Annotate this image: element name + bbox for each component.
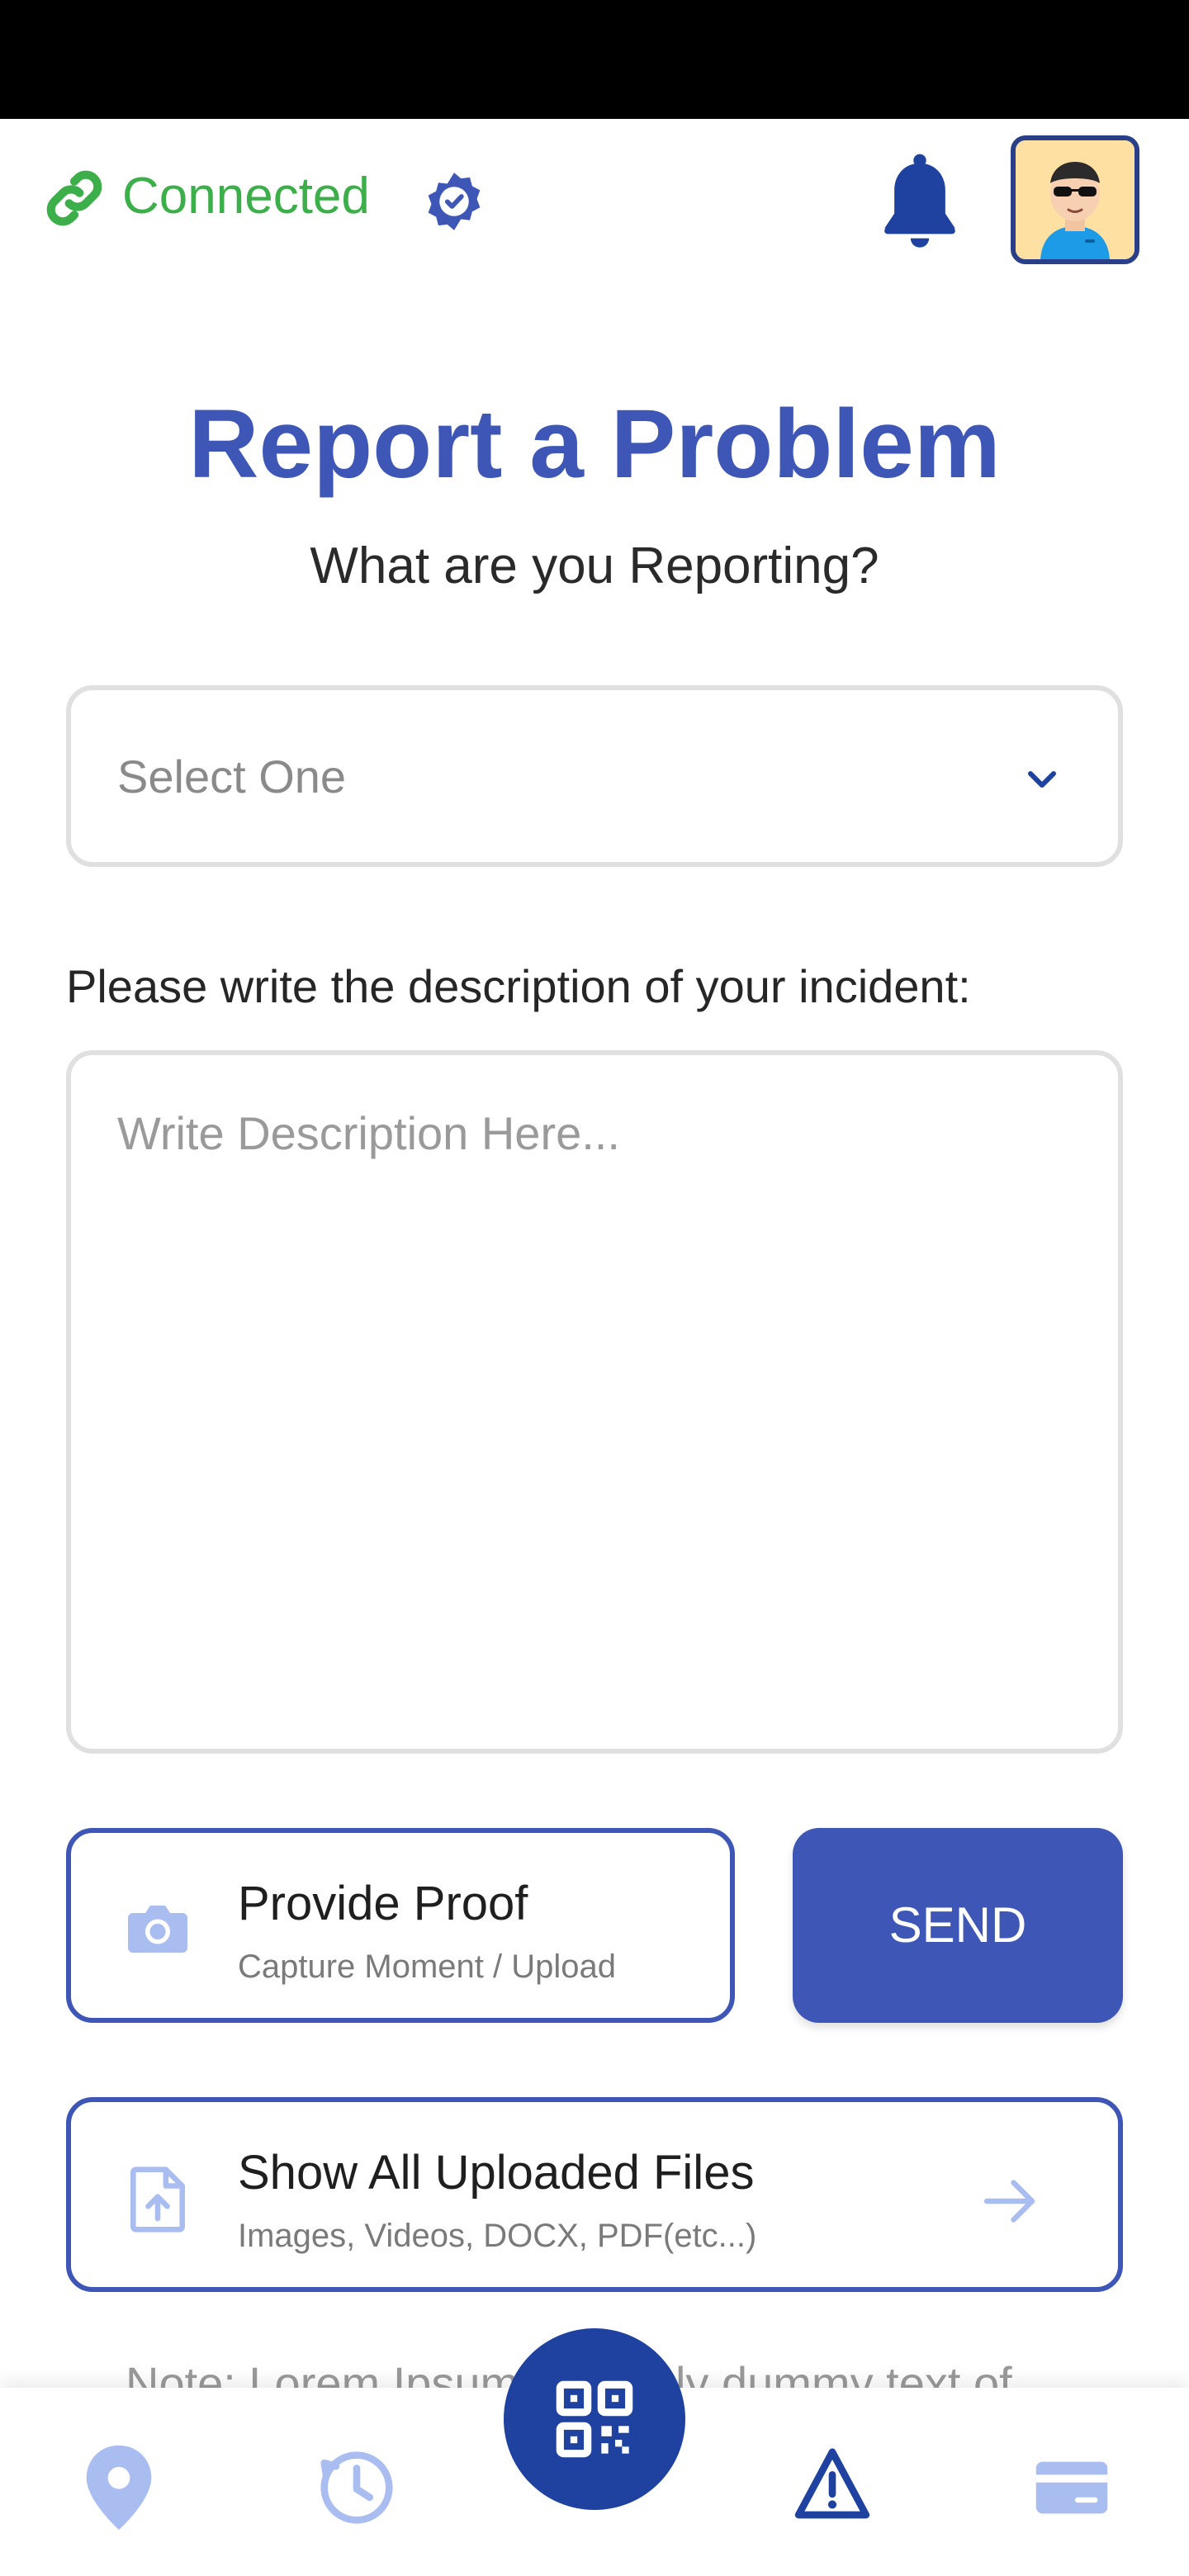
send-button[interactable]: SEND: [793, 1828, 1123, 2023]
top-bar: Connected: [0, 119, 1189, 281]
warning-icon[interactable]: [793, 2442, 872, 2533]
provide-proof-title: Provide Proof: [238, 1877, 528, 1930]
description-textarea[interactable]: Write Description Here...: [66, 1050, 1123, 1754]
qr-code-icon: [556, 2380, 633, 2458]
description-placeholder: Write Description Here...: [117, 1107, 620, 1159]
report-type-select[interactable]: Select One: [66, 685, 1123, 867]
uploaded-files-title: Show All Uploaded Files: [238, 2146, 755, 2200]
link-icon: [46, 170, 102, 226]
qr-scan-button[interactable]: [504, 2328, 685, 2510]
history-icon[interactable]: [317, 2442, 396, 2533]
uploaded-files-subtitle: Images, Videos, DOCX, PDF(etc...): [238, 2218, 757, 2254]
card-icon[interactable]: [1032, 2442, 1111, 2533]
send-button-label: SEND: [888, 1897, 1027, 1953]
provide-proof-subtitle: Capture Moment / Upload: [238, 1949, 617, 1985]
file-upload-icon: [130, 2166, 185, 2233]
description-label: Please write the description of your inc…: [66, 960, 971, 1012]
avatar-image: [1016, 140, 1135, 259]
status-bar: [0, 0, 1189, 119]
chevron-down-icon: [1028, 771, 1056, 788]
connection-status: Connected: [122, 168, 370, 225]
arrow-right-icon: [983, 2180, 1035, 2223]
page-title: Report a Problem: [188, 390, 1001, 499]
provide-proof-button[interactable]: Provide Proof Capture Moment / Upload: [66, 1828, 735, 2023]
show-uploaded-files-button[interactable]: Show All Uploaded Files Images, Videos, …: [66, 2097, 1123, 2292]
user-avatar[interactable]: [1011, 135, 1139, 264]
location-icon[interactable]: [79, 2442, 159, 2533]
bell-icon[interactable]: [877, 152, 963, 251]
camera-icon: [128, 1906, 187, 1953]
select-placeholder: Select One: [117, 751, 347, 803]
page-subtitle: What are you Reporting?: [310, 537, 879, 594]
verified-badge-icon: [428, 173, 481, 230]
